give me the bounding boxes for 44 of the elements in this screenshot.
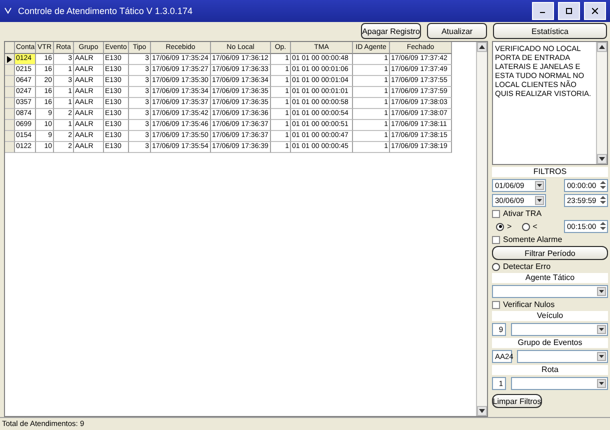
radio-button[interactable]	[492, 262, 500, 270]
field-label: Rota	[492, 365, 608, 375]
field-label: Veículo	[492, 311, 608, 321]
radio-button[interactable]	[522, 222, 530, 230]
caret-icon[interactable]	[598, 288, 605, 295]
radio-button[interactable]	[496, 222, 504, 230]
filter-button[interactable]: Filtrar Período	[492, 246, 608, 260]
caret-icon[interactable]	[536, 197, 543, 204]
scroll-up-icon[interactable]	[477, 42, 487, 52]
clear-filters-button[interactable]: Limpar Filtros	[492, 394, 542, 408]
spinner-icon[interactable]	[599, 194, 607, 204]
section-label: FILTROS	[492, 167, 608, 177]
close-button[interactable]	[584, 2, 606, 20]
caret-icon[interactable]	[536, 182, 543, 189]
spinner-icon[interactable]	[599, 220, 607, 230]
app-icon	[4, 7, 12, 15]
scroll-down-icon[interactable]	[597, 154, 607, 164]
caret-icon[interactable]	[598, 353, 605, 360]
maximize-icon	[566, 8, 572, 14]
radio-label: Detectar Erro	[503, 262, 551, 271]
caret-icon[interactable]	[598, 380, 605, 387]
checkbox-label: Verificar Nulos	[503, 300, 555, 309]
field-label: Grupo de Eventos	[492, 338, 608, 348]
toolbar-button[interactable]: Atualizar	[427, 23, 487, 39]
radio-label: <	[532, 222, 538, 231]
caret-icon[interactable]	[598, 326, 605, 333]
checkbox[interactable]	[492, 210, 500, 218]
checkbox[interactable]	[492, 236, 500, 244]
toolbar-button[interactable]: Estatística	[493, 23, 607, 39]
field-label: Agente Tático	[492, 273, 608, 283]
spinner-icon[interactable]	[599, 180, 607, 190]
grid-corner	[5, 42, 15, 54]
row-header[interactable]	[5, 54, 15, 65]
maximize-button[interactable]	[558, 2, 580, 20]
close-icon	[592, 8, 598, 14]
window-title: Controle de Atendimento Tático V 1.3.0.174	[18, 6, 194, 16]
checkbox-label: Somente Alarme	[503, 235, 562, 244]
row-pointer-icon	[7, 56, 12, 62]
scroll-up-icon[interactable]	[597, 42, 607, 52]
checkbox[interactable]	[492, 300, 500, 308]
scroll-down-icon[interactable]	[477, 406, 487, 416]
checkbox-label: Ativar TRA	[503, 209, 542, 218]
toolbar-button[interactable]: Apagar Registro	[361, 23, 421, 39]
radio-label: >	[507, 222, 512, 231]
